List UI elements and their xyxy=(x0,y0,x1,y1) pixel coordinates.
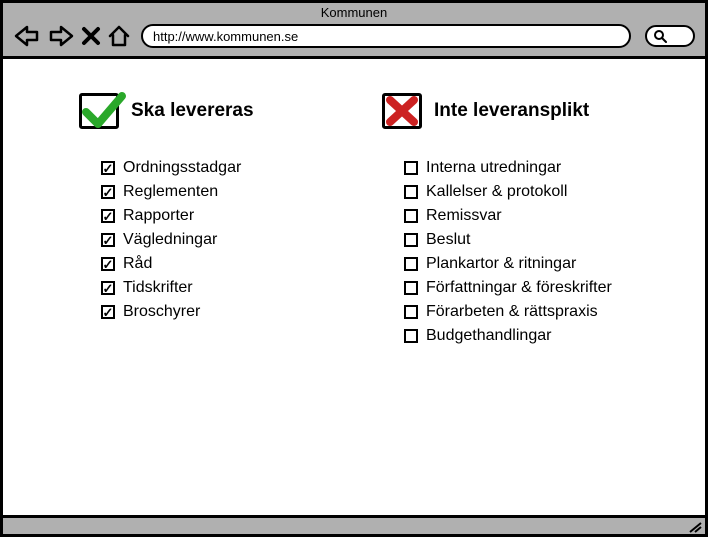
checkbox[interactable] xyxy=(404,305,418,319)
search-icon xyxy=(653,29,667,43)
list-item: Författningar & föreskrifter xyxy=(404,279,645,297)
checkbox[interactable] xyxy=(404,161,418,175)
cross-icon-box xyxy=(382,93,422,129)
list-item: Interna utredningar xyxy=(404,159,645,177)
checkbox[interactable] xyxy=(101,233,115,247)
checkmark-icon xyxy=(80,90,126,132)
deliver-list: Ordningsstadgar Reglementen Rapporter Vägle… xyxy=(79,159,342,321)
not-deliver-column: Inte leveransplikt Interna utredningar Ka… xyxy=(382,93,645,495)
not-deliver-list: Interna utredningar Kallelser & protokoll… xyxy=(382,159,645,345)
status-bar xyxy=(3,518,705,534)
list-item: Budgethandlingar xyxy=(404,327,645,345)
checkbox[interactable] xyxy=(101,185,115,199)
list-item-label: Budgethandlingar xyxy=(426,327,551,345)
checkbox[interactable] xyxy=(404,185,418,199)
list-item-label: Förarbeten & rättspraxis xyxy=(426,303,598,321)
list-item-label: Rapporter xyxy=(123,207,194,225)
search-box[interactable] xyxy=(645,25,695,47)
home-button[interactable] xyxy=(107,24,131,48)
forward-button[interactable] xyxy=(47,24,75,48)
deliver-title: Ska levereras xyxy=(131,100,254,122)
list-item: Ordningsstadgar xyxy=(101,159,342,177)
not-deliver-header: Inte leveransplikt xyxy=(382,93,645,129)
list-item: Reglementen xyxy=(101,183,342,201)
url-input[interactable] xyxy=(141,24,631,48)
list-item-label: Ordningsstadgar xyxy=(123,159,241,177)
checkbox[interactable] xyxy=(101,305,115,319)
checkbox[interactable] xyxy=(404,209,418,223)
list-item: Rapporter xyxy=(101,207,342,225)
checkbox[interactable] xyxy=(404,281,418,295)
checkbox[interactable] xyxy=(101,161,115,175)
deliver-column: Ska levereras Ordningsstadgar Reglementen… xyxy=(79,93,342,495)
list-item: Broschyrer xyxy=(101,303,342,321)
list-item-label: Broschyrer xyxy=(123,303,200,321)
list-item: Beslut xyxy=(404,231,645,249)
browser-toolbar xyxy=(3,20,705,59)
list-item: Förarbeten & rättspraxis xyxy=(404,303,645,321)
list-item-label: Remissvar xyxy=(426,207,502,225)
list-item-label: Interna utredningar xyxy=(426,159,561,177)
checkbox[interactable] xyxy=(101,257,115,271)
window-title: Kommunen xyxy=(3,3,705,20)
list-item: Remissvar xyxy=(404,207,645,225)
stop-button[interactable] xyxy=(81,26,101,46)
list-item-label: Tidskrifter xyxy=(123,279,193,297)
list-item-label: Plankartor & ritningar xyxy=(426,255,576,273)
checkbox[interactable] xyxy=(404,329,418,343)
cross-icon xyxy=(385,95,419,127)
list-item-label: Kallelser & protokoll xyxy=(426,183,567,201)
list-item-label: Beslut xyxy=(426,231,470,249)
checkbox[interactable] xyxy=(404,233,418,247)
list-item-label: Vägledningar xyxy=(123,231,217,249)
checkbox[interactable] xyxy=(404,257,418,271)
resize-grip-icon[interactable] xyxy=(688,521,702,533)
check-icon-box xyxy=(79,93,119,129)
page-content: Ska levereras Ordningsstadgar Reglementen… xyxy=(3,59,705,518)
browser-window: Kommunen Ska levereras xyxy=(0,0,708,537)
deliver-header: Ska levereras xyxy=(79,93,342,129)
list-item: Tidskrifter xyxy=(101,279,342,297)
checkbox[interactable] xyxy=(101,281,115,295)
list-item: Vägledningar xyxy=(101,231,342,249)
checkbox[interactable] xyxy=(101,209,115,223)
not-deliver-title: Inte leveransplikt xyxy=(434,100,589,122)
list-item: Råd xyxy=(101,255,342,273)
list-item-label: Författningar & föreskrifter xyxy=(426,279,612,297)
back-button[interactable] xyxy=(13,24,41,48)
list-item-label: Råd xyxy=(123,255,152,273)
list-item: Kallelser & protokoll xyxy=(404,183,645,201)
list-item-label: Reglementen xyxy=(123,183,218,201)
list-item: Plankartor & ritningar xyxy=(404,255,645,273)
